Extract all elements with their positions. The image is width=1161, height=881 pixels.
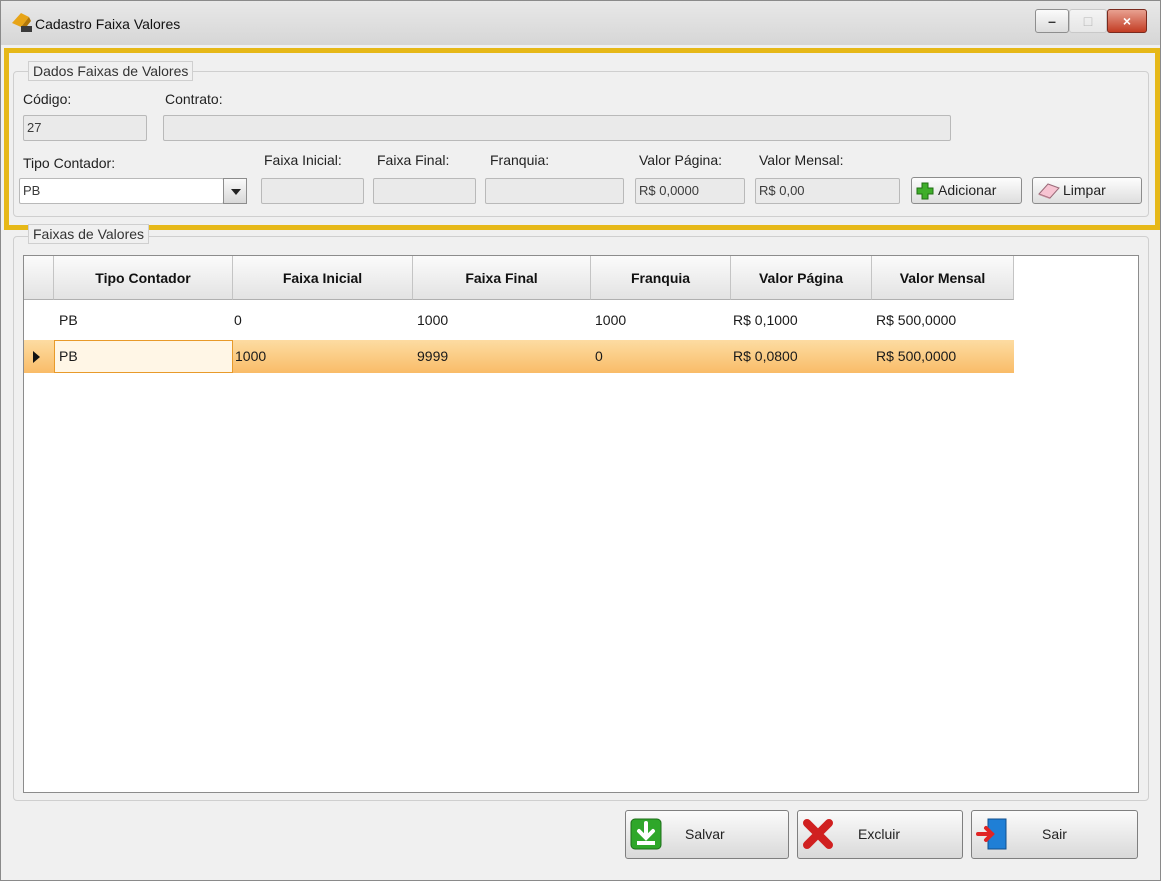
cell-tipo-contador: PB [59,312,78,328]
highlight-frame [4,48,1160,230]
exit-button[interactable]: Sair [971,810,1138,859]
maximize-button: □ [1069,9,1107,33]
ranges-grid[interactable]: Tipo Contador Faixa Inicial Faixa Final … [23,255,1139,793]
cell-faixa-final: 1000 [417,312,449,328]
column-header-valor-pagina[interactable]: Valor Página [731,256,872,300]
title-bar[interactable]: Cadastro Faixa Valores – □ × [1,1,1160,45]
minimize-icon: – [1048,13,1056,29]
column-header-faixa-final[interactable]: Faixa Final [413,256,591,300]
table-row[interactable]: PB 0 1000 1000 R$ 0,1000 R$ 500,0000 [24,304,1014,337]
current-cell[interactable] [54,340,233,373]
save-button[interactable]: Salvar [625,810,789,859]
cell-valor-mensal: R$ 500,0000 [876,348,957,364]
close-button[interactable]: × [1107,9,1147,33]
delete-button[interactable]: Excluir [797,810,963,859]
cell-valor-pagina: R$ 0,0800 [733,348,798,364]
cell-franquia: 0 [595,348,603,364]
column-header-tipo-contador[interactable]: Tipo Contador [54,256,233,300]
row-pointer-icon [33,351,40,363]
cell-faixa-final: 9999 [417,348,449,364]
close-icon: × [1122,13,1132,29]
cell-tipo-contador: PB [59,348,78,364]
exit-button-label: Sair [1042,826,1067,842]
column-header-franquia[interactable]: Franquia [591,256,731,300]
window-title: Cadastro Faixa Valores [35,16,181,32]
cell-valor-mensal: R$ 500,0000 [876,312,957,328]
grid-group-title: Faixas de Valores [28,224,150,244]
maximize-icon: □ [1083,13,1093,29]
minimize-button[interactable]: – [1035,9,1069,33]
window: Cadastro Faixa Valores – □ × Dados Faixa… [0,0,1161,881]
column-header-valor-mensal[interactable]: Valor Mensal [872,256,1014,300]
delete-button-label: Excluir [858,826,901,842]
cell-faixa-inicial: 1000 [235,348,267,364]
delete-icon [803,819,833,849]
app-logo-icon [12,13,32,32]
save-button-label: Salvar [685,826,725,842]
cell-valor-pagina: R$ 0,1000 [733,312,798,328]
row-header-column [24,256,54,300]
exit-door-icon [976,818,1007,850]
save-icon [630,818,662,850]
cell-faixa-inicial: 0 [234,312,242,328]
table-row-selected[interactable]: PB 1000 9999 0 R$ 0,0800 R$ 500,0000 [24,340,1014,373]
column-header-faixa-inicial[interactable]: Faixa Inicial [233,256,413,300]
cell-franquia: 1000 [595,312,627,328]
